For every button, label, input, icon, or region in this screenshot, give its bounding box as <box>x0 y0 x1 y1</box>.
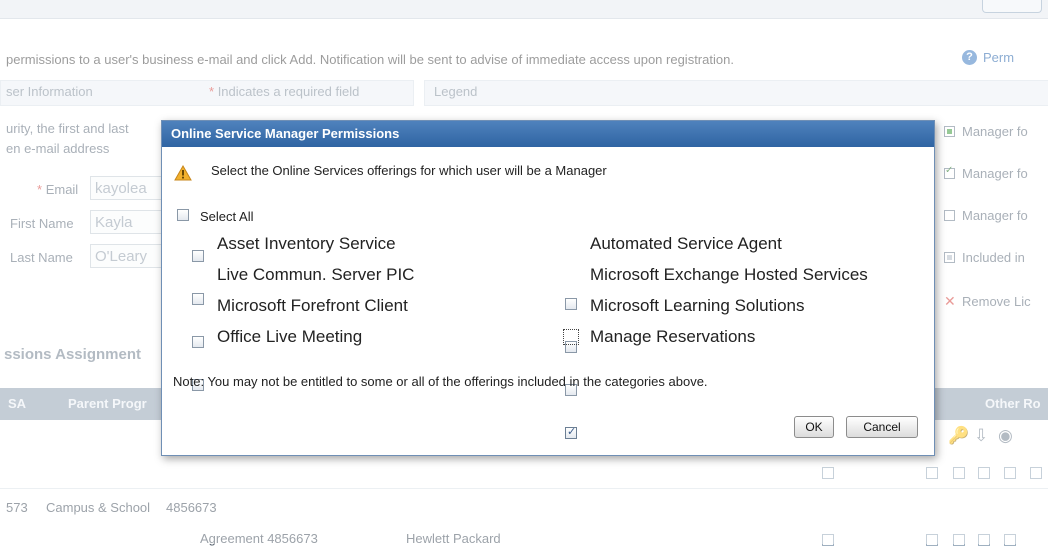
automated-service-agent-checkbox[interactable] <box>565 298 577 310</box>
entitlement-note: Note: You may not be entitled to some or… <box>173 374 708 389</box>
asset-inventory-service-checkbox[interactable] <box>192 250 204 262</box>
focus-ring <box>563 329 579 345</box>
office-live-meeting-label[interactable]: Office Live Meeting <box>217 327 362 347</box>
manage-reservations-label[interactable]: Manage Reservations <box>590 327 755 347</box>
manage-reservations-checkbox[interactable] <box>565 425 577 439</box>
dialog-instruction: Select the Online Services offerings for… <box>211 163 607 178</box>
warning-icon <box>174 165 192 181</box>
select-all-checkbox[interactable] <box>177 209 189 221</box>
cancel-button[interactable]: Cancel <box>846 416 918 438</box>
online-service-manager-dialog: Online Service Manager Permissions Selec… <box>161 120 935 456</box>
asset-inventory-service-label[interactable]: Asset Inventory Service <box>217 234 396 254</box>
dialog-title[interactable]: Online Service Manager Permissions <box>162 121 934 147</box>
microsoft-forefront-client-label[interactable]: Microsoft Forefront Client <box>217 296 408 316</box>
microsoft-exchange-hosted-services-label[interactable]: Microsoft Exchange Hosted Services <box>590 265 868 285</box>
microsoft-forefront-client-checkbox[interactable] <box>192 336 204 348</box>
live-commun-server-pic-checkbox[interactable] <box>192 293 204 305</box>
live-commun-server-pic-label[interactable]: Live Commun. Server PIC <box>217 265 414 285</box>
microsoft-learning-solutions-label[interactable]: Microsoft Learning Solutions <box>590 296 805 316</box>
automated-service-agent-label[interactable]: Automated Service Agent <box>590 234 782 254</box>
select-all-label[interactable]: Select All <box>200 209 253 224</box>
ok-button[interactable]: OK <box>794 416 834 438</box>
